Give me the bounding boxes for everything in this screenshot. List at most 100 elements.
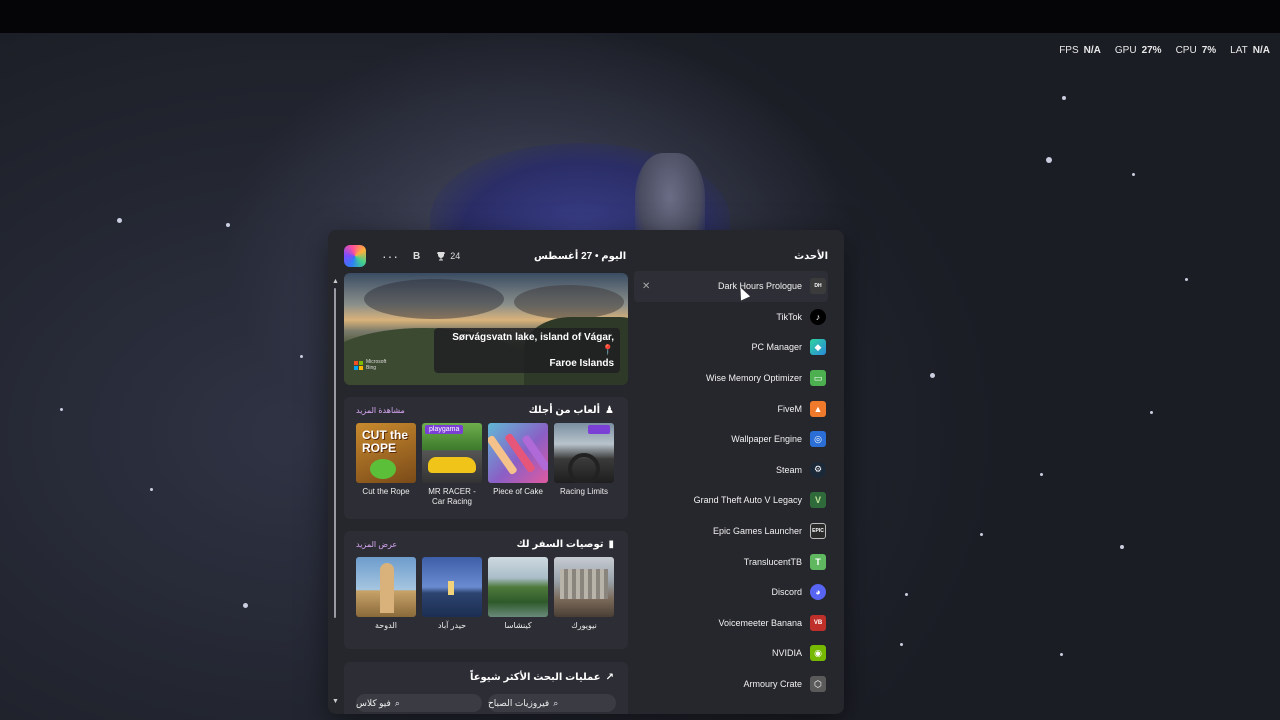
app-item-wise-memory-optimizer[interactable]: Wise Memory Optimizer ▭ [634, 363, 828, 394]
app-item-voicemeeter-banana[interactable]: Voicemeeter Banana VB [634, 608, 828, 639]
luggage-icon: ▮ [608, 539, 614, 550]
wallpaper-engine-icon: ◎ [810, 431, 826, 448]
snow-particle [60, 408, 63, 411]
travel-title-text: توصيات السفر لك [516, 539, 604, 550]
search-icon: ⌕ [394, 697, 400, 708]
city-tile[interactable]: الدوحة [356, 557, 416, 631]
epic-games-icon: EPIC [810, 523, 826, 540]
travel-card: ▮ توصيات السفر لك عرض المزيد ◀ الدوحة [344, 531, 628, 649]
games-see-more-link[interactable]: مشاهدة المزيد [356, 406, 405, 415]
game-tile[interactable]: playgama MR RACER - Car Racing [422, 423, 482, 507]
start-widget-panel: ▲ ▼ ··· B 24 اليوم • 27 أغسطس الأحدث Mic… [328, 230, 844, 714]
game-thumbnail: playgama [422, 423, 482, 483]
snow-particle [1046, 157, 1052, 163]
tower-shape [380, 563, 394, 613]
om-nom-shape [370, 459, 396, 479]
microsoft-bing-logo: Microsoft Bing [354, 359, 386, 371]
fivem-icon: ▲ [810, 400, 826, 417]
copilot-icon[interactable] [344, 245, 366, 267]
bing-wallpaper-card[interactable]: Microsoft Bing Sørvágsvatn lake, island o… [344, 273, 628, 385]
travel-see-more-link[interactable]: عرض المزيد [356, 540, 397, 549]
trending-pill-text: فيو كلاس [356, 697, 391, 708]
app-name: Wise Memory Optimizer [705, 373, 802, 384]
cpu-stat: CPU 7% [1176, 45, 1217, 56]
playgama-badge: playgama [425, 425, 464, 434]
location-caption[interactable]: Sørvágsvatn lake, island of Vágar, 📍 Far… [434, 328, 620, 373]
feed-column: Microsoft Bing Sørvágsvatn lake, island o… [344, 273, 628, 649]
snow-particle [1040, 473, 1043, 476]
lat-stat: LAT N/A [1230, 45, 1270, 56]
cpu-value: 7% [1201, 45, 1217, 56]
app-item-epic-games-launcher[interactable]: Epic Games Launcher EPIC [634, 516, 828, 547]
trending-pill[interactable]: ⌕ فيو كلاس [356, 694, 482, 712]
snow-particle [980, 533, 983, 536]
game-title: MR RACER - Car Racing [428, 487, 476, 506]
pc-manager-icon: ◆ [810, 339, 826, 356]
app-item-dark-hours-prologue[interactable]: ✕ Dark Hours Prologue DH [634, 271, 828, 302]
game-title: Cut the Rope [362, 487, 410, 496]
trending-pill[interactable]: ⌕ فيروزيات الصباح [488, 694, 616, 712]
game-tile[interactable]: CUT the ROPE Cut the Rope [356, 423, 416, 507]
scroll-up-arrow-icon[interactable]: ▲ [332, 278, 339, 286]
app-item-wallpaper-engine[interactable]: Wallpaper Engine ◎ [634, 424, 828, 455]
trending-title: ↗ عمليات البحث الأكثر شيوعاً [470, 672, 614, 683]
yellow-car-shape [428, 457, 476, 473]
city-name: كينشاسا [504, 621, 532, 630]
app-name: FiveM [777, 403, 803, 414]
games-card-header: ♟ ألعاب من أجلك مشاهدة المزيد [344, 397, 628, 423]
performance-overlay: FPS N/A GPU 27% CPU 7% LAT N/A [1059, 45, 1270, 56]
app-item-discord[interactable]: Discord ◕ [634, 577, 828, 608]
city-tile[interactable]: كينشاسا [488, 557, 548, 631]
app-name: Discord [771, 587, 802, 598]
snow-particle [300, 355, 303, 358]
cpu-label: CPU [1175, 45, 1197, 56]
app-name: Voicemeeter Banana [718, 617, 802, 628]
bing-avatar[interactable]: B [413, 251, 420, 262]
app-item-pc-manager[interactable]: PC Manager ◆ [634, 332, 828, 363]
playgama-badge-small [588, 425, 610, 434]
app-name: PC Manager [751, 342, 802, 353]
app-name: Wallpaper Engine [731, 434, 802, 445]
hero-cloud [514, 285, 624, 319]
location-pin-icon: 📍 [601, 345, 614, 356]
city-tile[interactable]: حيدر آباد [422, 557, 482, 631]
app-item-tiktok[interactable]: TikTok ♪ [634, 302, 828, 333]
snow-particle [243, 603, 248, 608]
app-item-fivem[interactable]: FiveM ▲ [634, 393, 828, 424]
app-name: NVIDIA [771, 648, 802, 659]
wise-memory-icon: ▭ [810, 370, 826, 387]
bing-logo-line2: Bing [366, 365, 377, 371]
snow-particle [1150, 411, 1153, 414]
fps-label: FPS [1059, 45, 1079, 56]
snow-particle [1062, 96, 1066, 100]
statue-shape [448, 581, 454, 595]
app-name: Steam [775, 464, 802, 475]
games-card-title: ♟ ألعاب من أجلك [529, 405, 614, 416]
scrollbar-thumb[interactable] [334, 288, 336, 618]
city-name: حيدر آباد [437, 621, 467, 630]
microsoft-logo-icon [354, 360, 363, 370]
app-item-armoury-crate[interactable]: Armoury Crate ⬡ [634, 669, 828, 700]
app-name: Epic Games Launcher [712, 526, 802, 537]
app-name: Dark Hours Prologue [717, 281, 802, 292]
gpu-value: 27% [1141, 45, 1162, 56]
game-thumbnail: CUT the ROPE [356, 423, 416, 483]
app-item-gta-v-legacy[interactable]: Grand Theft Auto V Legacy V [634, 485, 828, 516]
snow-particle [117, 218, 122, 223]
game-tile[interactable]: Piece of Cake [488, 423, 548, 507]
left-scrollbar[interactable]: ▲ ▼ [332, 278, 339, 708]
app-item-translucenttb[interactable]: TranslucentTB T [634, 546, 828, 577]
game-thumbnail [488, 423, 548, 483]
more-options-button[interactable]: ··· [382, 248, 399, 264]
app-item-steam[interactable]: Steam ⚙ [634, 455, 828, 486]
city-thumbnail [488, 557, 548, 617]
game-tile[interactable]: Racing Limits [554, 423, 614, 507]
scroll-down-arrow-icon[interactable]: ▼ [332, 698, 339, 706]
points-value: 24 [450, 251, 461, 261]
rewards-points[interactable]: 24 [436, 251, 460, 261]
city-tile[interactable]: نيويورك [554, 557, 614, 631]
close-icon[interactable]: ✕ [642, 281, 650, 292]
app-item-nvidia[interactable]: NVIDIA ◉ [634, 638, 828, 669]
game-title: Piece of Cake [493, 487, 543, 496]
snow-particle [1120, 545, 1124, 549]
